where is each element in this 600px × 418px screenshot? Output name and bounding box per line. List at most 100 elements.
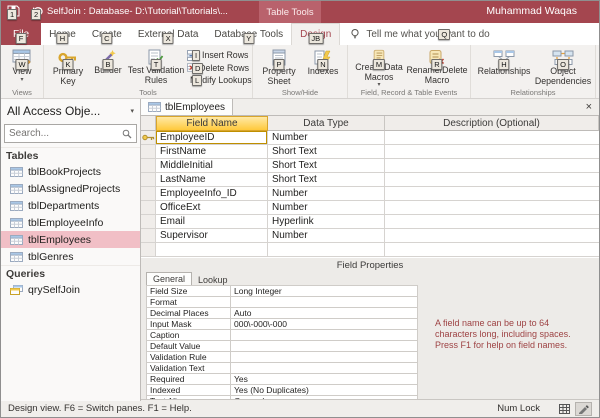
nav-group-tables[interactable]: Tables [1,147,140,163]
data-type-cell[interactable]: Number [268,187,385,201]
rename-delete-macro-button[interactable]: Rename/Delete Macro R [407,47,467,88]
access-window: 1 2 SelfJoin : Database- D:\Tutorial\Tut… [0,0,600,418]
data-type-cell[interactable]: Short Text [268,145,385,159]
ribbon: View ▾ W Views Primary Key K [1,45,599,99]
property-value[interactable] [231,352,418,363]
nav-search-box[interactable] [4,124,137,143]
field-name-cell[interactable]: EmployeeID [156,131,268,145]
description-cell[interactable] [385,215,599,229]
search-input[interactable] [9,128,122,139]
row-selector[interactable] [141,215,156,229]
tab-database-tools[interactable]: Database Tools Y [206,23,291,45]
insert-rows-button[interactable]: Insert Rows I [187,49,249,61]
test-validation-rules-button[interactable]: Test Validation Rules T [127,47,185,88]
property-value[interactable]: Auto [231,308,418,319]
nav-pane-title: All Access Obje... [7,104,130,118]
property-value[interactable] [231,297,418,308]
description-cell[interactable] [385,131,599,145]
row-selector[interactable] [141,229,156,243]
row-selector[interactable] [141,201,156,215]
property-sheet-button[interactable]: Property Sheet P [256,47,302,88]
tell-me-box[interactable]: Tell me what you want to do Q [340,23,498,45]
nav-item-tblgenres[interactable]: tblGenres [1,248,140,265]
property-value[interactable] [231,330,418,341]
keytip: R [431,59,442,70]
nav-pane-header[interactable]: All Access Obje... ▾ [1,99,140,123]
data-type-cell[interactable]: Number [268,201,385,215]
close-document-button[interactable]: × [579,101,599,113]
data-type-cell[interactable]: Short Text [268,159,385,173]
field-name-cell[interactable]: Email [156,215,268,229]
nav-item-tbldepartments[interactable]: tblDepartments [1,197,140,214]
ribbon-group-relationships: Relationships H Object Dependencies O Re… [471,45,596,98]
keytip: I [192,50,200,61]
indexes-button[interactable]: Indexes N [302,47,344,88]
nav-item-qryselfjoin[interactable]: qrySelfJoin [1,281,140,298]
description-cell[interactable] [385,159,599,173]
column-header-data-type: Data Type [268,116,385,131]
field-name-cell[interactable]: OfficeExt [156,201,268,215]
tab-file[interactable]: File F [1,23,41,45]
nav-item-tblemployees[interactable]: tblEmployees [1,231,140,248]
description-cell[interactable] [385,187,599,201]
tab-design[interactable]: Design JB [291,23,340,45]
description-cell[interactable] [385,173,599,187]
field-name-cell[interactable] [156,243,268,257]
field-name-cell[interactable]: MiddleInitial [156,159,268,173]
delete-rows-button[interactable]: Delete Rows D [187,62,249,74]
property-value[interactable]: Yes (No Duplicates) [231,385,418,396]
data-type-cell[interactable]: Number [268,131,385,145]
field-name-cell[interactable]: Supervisor [156,229,268,243]
property-value[interactable]: 000\-000\-000 [231,319,418,330]
description-cell[interactable] [385,229,599,243]
property-table: Field SizeLong Integer Format Decimal Pl… [146,285,418,407]
row-selector[interactable] [141,173,156,187]
keytip: F [16,33,27,44]
row-selector[interactable] [141,145,156,159]
nav-item-tblbookprojects[interactable]: tblBookProjects [1,163,140,180]
data-type-cell[interactable] [268,243,385,257]
view-button[interactable]: View ▾ W [4,47,40,88]
undo-button[interactable]: 2 [31,4,46,19]
datasheet-view-button[interactable] [556,402,573,416]
object-dependencies-button[interactable]: Object Dependencies O [534,47,592,88]
modify-lookups-button[interactable]: Modify Lookups L [187,74,249,86]
design-view-icon [578,404,589,414]
tab-create[interactable]: Create C [84,23,130,45]
relationships-button[interactable]: Relationships H [474,47,534,88]
tab-external-data[interactable]: External Data X [130,23,207,45]
data-type-cell[interactable]: Short Text [268,173,385,187]
row-selector-primary-key[interactable] [141,131,156,145]
field-name-cell[interactable]: LastName [156,173,268,187]
lightbulb-icon [349,28,361,40]
row-selector[interactable] [141,187,156,201]
design-view-button[interactable] [575,402,592,416]
document-tab-tblemployees[interactable]: tblEmployees [141,99,233,115]
description-cell[interactable] [385,201,599,215]
builder-button[interactable]: Builder B [89,47,127,88]
save-button[interactable]: 1 [7,4,22,19]
property-value[interactable] [231,363,418,374]
nav-group-queries[interactable]: Queries [1,265,140,281]
description-cell[interactable] [385,243,599,257]
navigation-pane: All Access Obje... ▾ Tables tblBookProje… [1,99,141,401]
property-value[interactable] [231,341,418,352]
field-name-cell[interactable]: EmployeeInfo_ID [156,187,268,201]
description-cell[interactable] [385,145,599,159]
data-type-cell[interactable]: Number [268,229,385,243]
tab-general[interactable]: General [146,272,192,285]
ribbon-group-tools: Primary Key K Builder B [44,45,253,98]
tab-home[interactable]: Home H [41,23,84,45]
data-type-cell[interactable]: Hyperlink [268,215,385,229]
tab-lookup[interactable]: Lookup [192,275,234,285]
nav-item-tblemployeeinfo[interactable]: tblEmployeeInfo [1,214,140,231]
row-selector[interactable] [141,159,156,173]
chevron-down-icon: ▾ [130,107,134,115]
property-value[interactable]: Yes [231,374,418,385]
row-selector[interactable] [141,243,156,257]
primary-key-button[interactable]: Primary Key K [47,47,89,88]
nav-item-tblassignedprojects[interactable]: tblAssignedProjects [1,180,140,197]
create-data-macros-button[interactable]: Create Data Macros ▾ M [351,47,407,88]
field-name-cell[interactable]: FirstName [156,145,268,159]
property-value[interactable]: Long Integer [231,286,418,297]
